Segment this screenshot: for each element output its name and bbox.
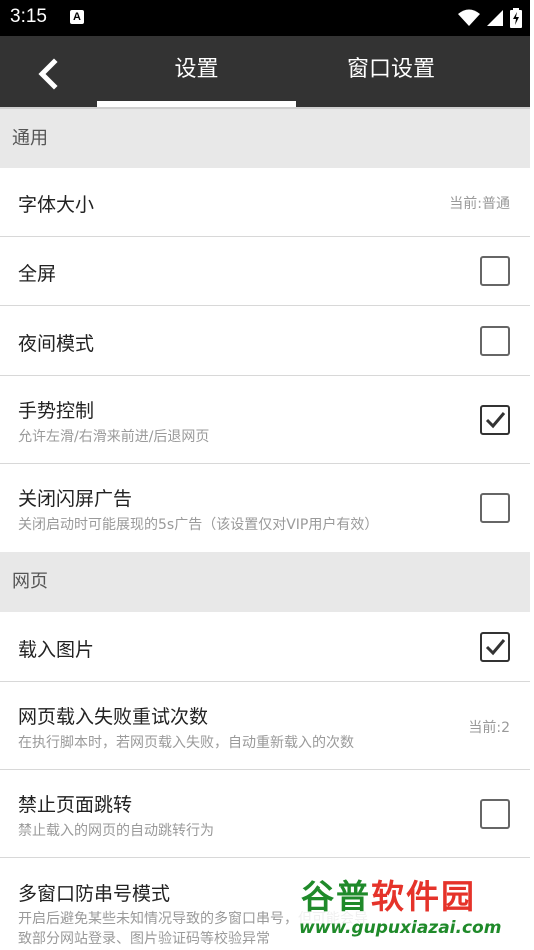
watermark-logo: 谷普软件园 <box>301 870 476 918</box>
setting-title: 多窗口防串号模式 <box>18 883 171 905</box>
status-time: 3:15 <box>10 6 47 27</box>
setting-subtitle: 允许左滑/右滑来前进/后退网页 <box>18 429 210 445</box>
setting-fullscreen[interactable]: 全屏 <box>0 237 530 306</box>
signal-icon <box>487 10 503 26</box>
setting-title: 夜间模式 <box>18 333 95 355</box>
setting-block-redirect[interactable]: 禁止页面跳转 禁止载入的网页的自动跳转行为 <box>0 770 530 858</box>
tab-window-settings[interactable]: 窗口设置 <box>296 36 486 109</box>
setting-load-images[interactable]: 载入图片 <box>0 612 530 682</box>
close-splash-ad-checkbox[interactable] <box>480 493 510 523</box>
watermark-brand-right: 软件园 <box>371 877 476 916</box>
setting-subtitle: 在执行脚本时，若网页载入失败，自动重新载入的次数 <box>18 735 354 751</box>
setting-close-splash-ad[interactable]: 关闭闪屏广告 关闭启动时可能展现的5s广告（该设置仅对VIP用户有效） <box>0 464 530 552</box>
setting-subtitle: 禁止载入的网页的自动跳转行为 <box>18 823 214 839</box>
wifi-icon <box>458 9 480 26</box>
setting-font-size[interactable]: 字体大小 当前:普通 <box>0 168 530 237</box>
notification-a-icon: A <box>70 10 84 24</box>
setting-subtitle: 关闭启动时可能展现的5s广告（该设置仅对VIP用户有效） <box>18 517 379 533</box>
setting-title: 网页载入失败重试次数 <box>18 706 209 728</box>
night-mode-checkbox[interactable] <box>480 326 510 356</box>
setting-retry-count[interactable]: 网页载入失败重试次数 在执行脚本时，若网页载入失败，自动重新载入的次数 当前:2 <box>0 682 530 770</box>
fullscreen-checkbox[interactable] <box>480 256 510 286</box>
block-redirect-checkbox[interactable] <box>480 799 510 829</box>
setting-title: 全屏 <box>18 263 57 285</box>
setting-night-mode[interactable]: 夜间模式 <box>0 306 530 376</box>
watermark: 谷普软件园 www.gupuxiazai.com <box>293 866 531 950</box>
chevron-left-icon <box>38 58 58 90</box>
app-header: 设置 窗口设置 <box>0 36 530 109</box>
status-icons <box>458 8 522 28</box>
setting-gesture-control[interactable]: 手势控制 允许左滑/右滑来前进/后退网页 <box>0 376 530 464</box>
section-header-general: 通用 <box>0 109 530 168</box>
load-images-checkbox[interactable] <box>480 632 510 662</box>
battery-charging-icon <box>510 8 522 28</box>
setting-title: 关闭闪屏广告 <box>18 488 133 510</box>
setting-title: 手势控制 <box>18 400 95 422</box>
tab-settings[interactable]: 设置 <box>97 36 296 109</box>
screen-edge <box>530 0 534 950</box>
section-title: 网页 <box>12 571 48 592</box>
setting-title: 字体大小 <box>18 194 95 216</box>
status-bar: 3:15 A <box>0 0 530 36</box>
setting-value: 当前:2 <box>468 720 510 736</box>
setting-value: 当前:普通 <box>449 196 510 212</box>
setting-title: 禁止页面跳转 <box>18 794 133 816</box>
checkmark-icon <box>485 412 506 429</box>
section-title: 通用 <box>12 128 48 149</box>
checkmark-icon <box>485 639 506 656</box>
setting-title: 载入图片 <box>18 639 95 661</box>
section-header-webpage: 网页 <box>0 552 530 612</box>
watermark-url: www.gupuxiazai.com <box>299 918 502 938</box>
back-button[interactable] <box>30 56 66 92</box>
watermark-brand-left: 谷普 <box>301 877 371 916</box>
setting-subtitle-line2: 致部分网站登录、图片验证码等校验异常 <box>18 931 270 947</box>
gesture-control-checkbox[interactable] <box>480 405 510 435</box>
